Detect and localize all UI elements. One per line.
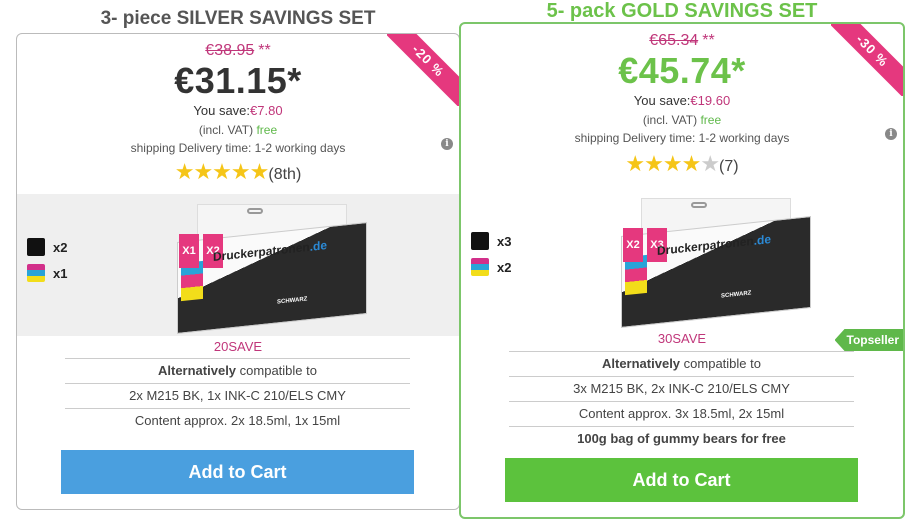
savings-sets: 3- piece SILVER SAVINGS SET -20 % €38.95… bbox=[0, 0, 919, 524]
detail-compatible: Alternatively compatible to bbox=[509, 351, 854, 376]
item-color: x1 bbox=[27, 264, 67, 282]
star-rating: ★★★★★ bbox=[175, 159, 270, 184]
info-icon[interactable]: i bbox=[441, 138, 453, 150]
detail-cartridges: 2x M215 BK, 1x INK-C 210/ELS CMY bbox=[65, 383, 410, 408]
gold-set-card: -30 % €65.34 ** €45.74* You save:€19.60 (… bbox=[459, 22, 905, 519]
star-filled-icon: ★ bbox=[625, 151, 645, 176]
detail-gummy-bears: 100g bag of gummy bears for free bbox=[509, 426, 854, 451]
color-cartridge-swatch bbox=[27, 264, 45, 282]
delivery-time: shipping Delivery time: 1-2 working days bbox=[130, 141, 346, 155]
delivery-time: shipping Delivery time: 1-2 working days bbox=[574, 131, 790, 145]
black-cartridge-swatch bbox=[27, 238, 45, 256]
star-filled-icon: ★ bbox=[249, 159, 270, 184]
you-save: You save:€7.80 bbox=[193, 103, 283, 118]
product-image[interactable]: X2 X3 Druckerpatronen.de SCHWARZ bbox=[621, 198, 821, 328]
topseller-badge: Topseller bbox=[834, 329, 903, 351]
rating[interactable]: ★★★★★(8th) bbox=[17, 159, 459, 185]
product-band: x2 x1 X1 X2 Druckerpatronen.de SCHWARZ bbox=[17, 194, 459, 336]
star-filled-icon: ★ bbox=[644, 151, 664, 176]
black-cartridge-swatch bbox=[471, 232, 489, 250]
item-black: x3 bbox=[471, 232, 511, 250]
star-filled-icon: ★ bbox=[681, 151, 702, 176]
old-price: €65.34 ** bbox=[649, 32, 715, 49]
star-filled-icon: ★ bbox=[230, 159, 251, 184]
rating-count: (7) bbox=[719, 158, 739, 175]
star-filled-icon: ★ bbox=[212, 159, 232, 184]
voucher-code: 20SAVE bbox=[213, 339, 263, 354]
product-image[interactable]: X1 X2 Druckerpatronen.de SCHWARZ bbox=[177, 204, 377, 334]
star-empty-icon: ★ bbox=[700, 151, 720, 176]
star-filled-icon: ★ bbox=[662, 151, 683, 176]
star-rating: ★★★★★ bbox=[625, 151, 720, 176]
current-price: €45.74* bbox=[618, 50, 746, 91]
vat-shipping: (incl. VAT) free bbox=[642, 113, 722, 127]
gold-set-title: 5- pack GOLD SAVINGS SET bbox=[546, 0, 818, 22]
add-to-cart-button[interactable]: Add to Cart bbox=[61, 450, 414, 494]
detail-cartridges: 3x M215 BK, 2x INK-C 210/ELS CMY bbox=[509, 376, 854, 401]
you-save: You save:€19.60 bbox=[633, 93, 731, 108]
silver-set-title: 3- piece SILVER SAVINGS SET bbox=[100, 8, 376, 29]
item-color: x2 bbox=[471, 258, 511, 276]
add-to-cart-button[interactable]: Add to Cart bbox=[505, 458, 858, 502]
star-filled-icon: ★ bbox=[174, 159, 195, 184]
color-cartridge-swatch bbox=[471, 258, 489, 276]
detail-content: Content approx. 3x 18.5ml, 2x 15ml bbox=[509, 401, 854, 426]
rating[interactable]: ★★★★★(7) bbox=[461, 151, 903, 177]
silver-set-card: -20 % €38.95 ** €31.15* You save:€7.80 (i… bbox=[16, 33, 460, 510]
vat-shipping: (incl. VAT) free bbox=[198, 123, 278, 137]
current-price: €31.15* bbox=[174, 60, 302, 101]
old-price: €38.95 ** bbox=[205, 42, 271, 59]
item-black: x2 bbox=[27, 238, 67, 256]
info-icon[interactable]: i bbox=[885, 128, 897, 140]
detail-content: Content approx. 2x 18.5ml, 1x 15ml bbox=[65, 408, 410, 433]
rating-count: (8th) bbox=[268, 166, 302, 183]
product-band: x3 x2 X2 X3 Druckerpatronen.de SCHWARZ bbox=[461, 184, 903, 328]
detail-compatible: Alternatively compatible to bbox=[65, 358, 410, 383]
star-filled-icon: ★ bbox=[193, 159, 213, 184]
